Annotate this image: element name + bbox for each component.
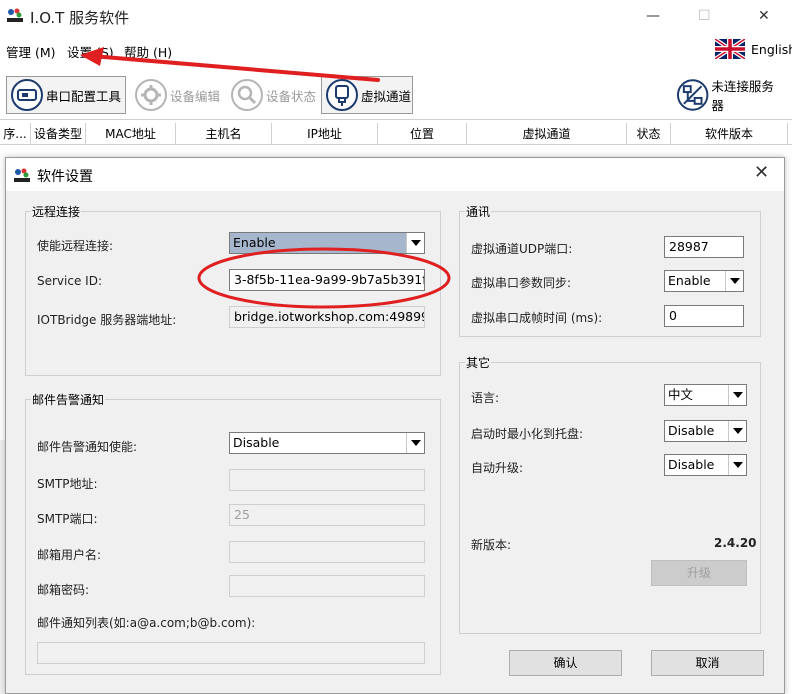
dialog-logo-icon xyxy=(14,168,30,182)
service-id-input[interactable]: 3-8f5b-11ea-9a99-9b7a5b391f07 xyxy=(229,269,425,291)
param-sync-select[interactable]: Enable xyxy=(664,270,744,292)
menu-help[interactable]: 帮助 (H) xyxy=(124,42,172,61)
email-list-label: 邮件通知列表(如:a@a.com;b@b.com): xyxy=(37,616,256,630)
email-enable-select[interactable]: Disable xyxy=(229,432,425,454)
comm-group-title: 通讯 xyxy=(465,203,492,220)
chevron-down-icon xyxy=(728,385,746,405)
smtp-address-field[interactable] xyxy=(229,469,425,491)
language-select[interactable]: 中文 xyxy=(664,384,747,406)
server-address-field[interactable]: bridge.iotworkshop.com:49899 xyxy=(229,306,425,328)
dialog-titlebar: 软件设置 ✕ xyxy=(6,158,784,191)
device-edit-label: 设备编辑 xyxy=(170,88,221,104)
serial-config-button[interactable]: 串口配置工具 xyxy=(6,76,126,114)
new-version-label: 新版本: xyxy=(471,538,512,552)
email-password-field[interactable] xyxy=(229,575,425,597)
auto-upgrade-label: 自动升级: xyxy=(471,461,524,475)
maximize-icon[interactable]: ☐ xyxy=(698,8,711,24)
column-header[interactable]: 软件版本 xyxy=(671,123,788,145)
upgrade-button[interactable]: 升级 xyxy=(651,560,747,586)
smtp-address-label: SMTP地址: xyxy=(37,477,98,491)
close-window-icon[interactable]: ✕ xyxy=(758,8,770,24)
virtual-channel-label: 虚拟通道 xyxy=(361,88,412,104)
remote-connection-group: 远程连接 使能远程连接: Enable Service ID: 3-8f5b-1… xyxy=(25,203,441,376)
column-header[interactable]: 虚拟通道 xyxy=(467,123,627,145)
udp-port-label: 虚拟通道UDP端口: xyxy=(471,242,573,256)
minimize-icon[interactable]: — xyxy=(646,8,660,24)
language-label: 语言: xyxy=(471,391,500,405)
language-value: 中文 xyxy=(668,387,694,402)
column-header[interactable]: MAC地址 xyxy=(86,123,176,145)
server-address-label: IOTBridge 服务器端地址: xyxy=(37,313,177,327)
email-user-field[interactable] xyxy=(229,541,425,563)
other-group-title: 其它 xyxy=(465,354,492,371)
communication-group: 通讯 虚拟通道UDP端口: 28987 虚拟串口参数同步: Enable 虚拟串… xyxy=(459,203,761,337)
chevron-down-icon xyxy=(406,433,424,453)
app-logo-icon xyxy=(7,8,23,22)
plug-icon xyxy=(326,79,358,111)
column-header[interactable]: 设备类型 xyxy=(31,123,86,145)
uk-flag-icon xyxy=(715,39,745,59)
frame-time-label: 虚拟串口成帧时间 (ms): xyxy=(471,311,603,325)
remote-group-title: 远程连接 xyxy=(31,203,82,220)
email-user-label: 邮箱用户名: xyxy=(37,548,102,562)
email-enable-value: Disable xyxy=(233,435,280,450)
tray-value: Disable xyxy=(668,423,715,438)
magnifier-icon xyxy=(231,79,263,111)
column-header[interactable]: 序... xyxy=(0,123,31,145)
menu-manage[interactable]: 管理 (M) xyxy=(6,42,56,61)
smtp-port-field[interactable]: 25 xyxy=(229,504,425,526)
service-id-label: Service ID: xyxy=(37,274,102,288)
param-sync-value: Enable xyxy=(668,273,711,288)
tray-select[interactable]: Disable xyxy=(664,420,747,442)
remote-enable-select[interactable]: Enable xyxy=(229,232,425,254)
gear-icon xyxy=(135,79,167,111)
chevron-down-icon xyxy=(728,421,746,441)
cancel-button[interactable]: 取消 xyxy=(651,650,764,676)
chevron-down-icon xyxy=(406,233,424,253)
auto-upgrade-select[interactable]: Disable xyxy=(664,454,747,476)
auto-upgrade-value: Disable xyxy=(668,457,715,472)
chevron-down-icon xyxy=(725,271,743,291)
param-sync-label: 虚拟串口参数同步: xyxy=(471,276,572,290)
column-header[interactable]: 位置 xyxy=(378,123,467,145)
dialog-close-icon[interactable]: ✕ xyxy=(754,162,769,183)
device-grid-header: 序... 设备类型 MAC地址 主机名 IP地址 位置 虚拟通道 状态 软件版本 xyxy=(0,123,792,145)
language-switch[interactable]: English xyxy=(715,38,792,60)
server-status-label: 未连接服务器 xyxy=(711,79,774,113)
main-titlebar: I.O.T 服务软件 — ☐ ✕ xyxy=(0,0,792,34)
frame-time-input[interactable]: 0 xyxy=(664,305,744,327)
menubar: 管理 (M) 设置 (S) 帮助 (H) xyxy=(0,38,792,62)
column-header[interactable]: 状态 xyxy=(627,123,671,145)
toolbar: 串口配置工具 设备编辑 设备状态 虚拟通道 未连接服务器 xyxy=(0,72,792,120)
settings-dialog: 软件设置 ✕ 远程连接 使能远程连接: Enable Service ID: 3… xyxy=(5,157,785,694)
virtual-channel-button[interactable]: 虚拟通道 xyxy=(321,76,413,114)
udp-port-input[interactable]: 28987 xyxy=(664,236,744,258)
email-group-title: 邮件告警通知 xyxy=(31,391,106,408)
ok-button[interactable]: 确认 xyxy=(509,650,622,676)
server-status-button[interactable]: 未连接服务器 xyxy=(672,76,786,114)
device-status-label: 设备状态 xyxy=(266,88,317,104)
email-password-label: 邮箱密码: xyxy=(37,583,90,597)
tray-label: 启动时最小化到托盘: xyxy=(471,427,584,441)
device-edit-button[interactable]: 设备编辑 xyxy=(130,76,222,114)
other-settings-group: 其它 语言: 中文 启动时最小化到托盘: Disable 自动升级: Disab… xyxy=(459,354,761,634)
menu-settings[interactable]: 设置 (S) xyxy=(67,42,114,61)
column-header[interactable]: IP地址 xyxy=(272,123,378,145)
dialog-title: 软件设置 xyxy=(37,169,93,185)
smtp-port-label: SMTP端口: xyxy=(37,512,98,526)
serial-config-label: 串口配置工具 xyxy=(46,88,122,104)
app-title: I.O.T 服务软件 xyxy=(30,9,130,27)
serial-port-icon xyxy=(11,79,43,111)
chevron-down-icon xyxy=(728,455,746,475)
device-status-button[interactable]: 设备状态 xyxy=(226,76,318,114)
remote-enable-label: 使能远程连接: xyxy=(37,239,114,253)
column-header[interactable]: 主机名 xyxy=(176,123,272,145)
email-enable-label: 邮件告警通知使能: xyxy=(37,440,138,454)
new-version-value: 2.4.20 xyxy=(714,536,757,550)
remote-enable-value: Enable xyxy=(230,233,406,253)
email-alert-group: 邮件告警通知 邮件告警通知使能: Disable SMTP地址: SMTP端口:… xyxy=(25,391,441,675)
email-list-field[interactable] xyxy=(37,642,425,664)
network-disconnected-icon xyxy=(676,79,709,111)
language-label: English xyxy=(751,41,792,57)
